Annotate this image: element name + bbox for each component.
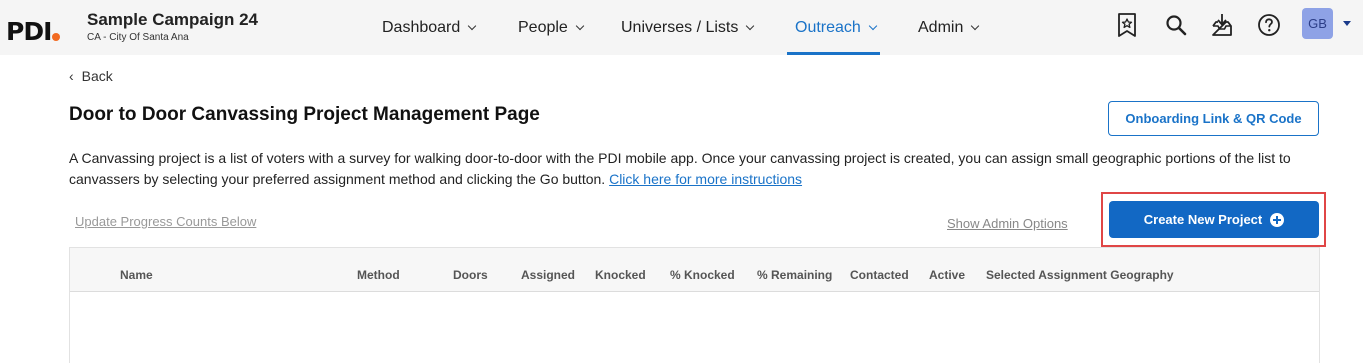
logo-dot [52,33,61,41]
chevron-down-icon [746,21,755,30]
nav-item-dashboard[interactable]: Dashboard [382,0,477,55]
campaign-location: CA - City Of Santa Ana [87,32,189,43]
help-icon[interactable] [1254,10,1284,40]
plus-circle-icon [1270,212,1285,227]
pdi-logo[interactable]: PDI [6,16,61,46]
column-header-name[interactable]: Name [120,268,153,282]
nav-item-label: People [518,18,568,36]
onboarding-link-qr-button[interactable]: Onboarding Link & QR Code [1108,101,1319,136]
campaign-switcher[interactable]: Sample Campaign 24 CA - City Of Santa An… [87,10,258,43]
column-header-assignment-geography[interactable]: Selected Assignment Geography [986,268,1174,282]
campaign-name: Sample Campaign 24 [87,10,259,29]
caret-down-icon[interactable] [1343,21,1351,26]
create-button-label: Create New Project [1143,212,1263,227]
chevron-down-icon [468,21,477,30]
nav-item-label: Dashboard [382,18,461,36]
table-header: Name Method Doors Assigned Knocked % Kno… [70,248,1319,292]
show-admin-options-link[interactable]: Show Admin Options [947,216,1068,231]
column-header-knocked[interactable]: Knocked [595,268,646,282]
download-inbox-icon[interactable] [1207,10,1237,40]
user-avatar[interactable]: GB [1302,8,1333,39]
bookmark-star-icon[interactable] [1112,10,1142,40]
logo-text: PDI [6,17,52,46]
nav-item-label: Universes / Lists [621,18,739,36]
column-header-percent-knocked[interactable]: % Knocked [670,268,735,282]
top-navigation-bar: PDI Sample Campaign 24 CA - City Of Sant… [0,0,1363,55]
nav-item-label: Outreach [795,18,861,36]
nav-item-universes-lists[interactable]: Universes / Lists [621,0,755,55]
nav-item-outreach[interactable]: Outreach [787,0,880,55]
chevron-left-icon: ‹ [69,68,74,84]
nav-item-people[interactable]: People [518,0,585,55]
page-description: A Canvassing project is a list of voters… [69,148,1329,190]
update-progress-link[interactable]: Update Progress Counts Below [75,214,256,229]
search-icon[interactable] [1161,10,1191,40]
projects-table: Name Method Doors Assigned Knocked % Kno… [69,247,1320,363]
page-title: Door to Door Canvassing Project Manageme… [69,104,540,125]
create-new-project-button[interactable]: Create New Project [1109,201,1319,238]
chevron-down-icon [575,21,585,30]
back-link[interactable]: ‹ Back [69,68,113,84]
chevron-down-icon [868,21,878,30]
column-header-method[interactable]: Method [357,268,400,282]
user-initials: GB [1308,16,1327,31]
chevron-down-icon [971,21,980,30]
column-header-contacted[interactable]: Contacted [850,268,909,282]
back-label: Back [81,68,113,84]
nav-item-label: Admin [918,18,964,36]
column-header-assigned[interactable]: Assigned [521,268,575,282]
nav-item-admin[interactable]: Admin [918,0,980,55]
instructions-link[interactable]: Click here for more instructions [609,171,802,187]
column-header-doors[interactable]: Doors [453,268,488,282]
column-header-active[interactable]: Active [929,268,965,282]
column-header-percent-remaining[interactable]: % Remaining [757,268,832,282]
